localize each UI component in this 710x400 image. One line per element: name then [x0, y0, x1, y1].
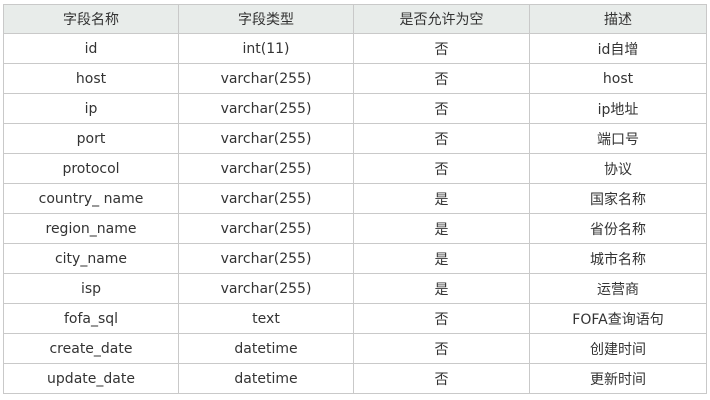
cell-field-type: varchar(255)	[178, 213, 354, 244]
header-field-type: 字段类型	[178, 4, 354, 34]
cell-nullable: 是	[353, 243, 530, 274]
cell-description: 更新时间	[529, 363, 707, 394]
cell-field-name: host	[3, 63, 179, 94]
cell-nullable: 否	[353, 123, 530, 154]
cell-description: 协议	[529, 153, 707, 184]
cell-field-type: varchar(255)	[178, 63, 354, 94]
header-row: 字段名称 字段类型 是否允许为空 描述	[3, 4, 707, 34]
cell-field-type: datetime	[178, 363, 354, 394]
cell-field-name: update_date	[3, 363, 179, 394]
cell-field-name: isp	[3, 273, 179, 304]
cell-description: host	[529, 63, 707, 94]
header-field-name: 字段名称	[3, 4, 179, 34]
table-row: host varchar(255) 否 host	[3, 63, 707, 94]
cell-field-name: region_name	[3, 213, 179, 244]
cell-field-name: protocol	[3, 153, 179, 184]
cell-nullable: 否	[353, 153, 530, 184]
cell-field-name: port	[3, 123, 179, 154]
cell-field-type: varchar(255)	[178, 93, 354, 124]
cell-nullable: 否	[353, 33, 530, 64]
cell-description: ip地址	[529, 93, 707, 124]
table-header: 字段名称 字段类型 是否允许为空 描述	[3, 4, 707, 34]
table-row: id int(11) 否 id自增	[3, 33, 707, 64]
cell-description: 创建时间	[529, 333, 707, 364]
table-row: ip varchar(255) 否 ip地址	[3, 93, 707, 124]
table-row: update_date datetime 否 更新时间	[3, 363, 707, 394]
cell-field-name: id	[3, 33, 179, 64]
header-description: 描述	[529, 4, 707, 34]
table-row: create_date datetime 否 创建时间	[3, 333, 707, 364]
cell-nullable: 否	[353, 333, 530, 364]
table-row: region_name varchar(255) 是 省份名称	[3, 213, 707, 244]
cell-field-type: datetime	[178, 333, 354, 364]
cell-description: 国家名称	[529, 183, 707, 214]
cell-nullable: 否	[353, 363, 530, 394]
table-row: fofa_sql text 否 FOFA查询语句	[3, 303, 707, 334]
cell-description: FOFA查询语句	[529, 303, 707, 334]
cell-field-type: text	[178, 303, 354, 334]
cell-nullable: 否	[353, 63, 530, 94]
cell-field-name: country_ name	[3, 183, 179, 214]
table-row: port varchar(255) 否 端口号	[3, 123, 707, 154]
page: 字段名称 字段类型 是否允许为空 描述 id int(11) 否 id自增 ho…	[0, 0, 710, 400]
table-row: country_ name varchar(255) 是 国家名称	[3, 183, 707, 214]
cell-description: 端口号	[529, 123, 707, 154]
table-row: protocol varchar(255) 否 协议	[3, 153, 707, 184]
header-nullable: 是否允许为空	[353, 4, 530, 34]
cell-description: 城市名称	[529, 243, 707, 274]
cell-description: 省份名称	[529, 213, 707, 244]
cell-field-type: varchar(255)	[178, 123, 354, 154]
table-row: city_name varchar(255) 是 城市名称	[3, 243, 707, 274]
cell-field-type: varchar(255)	[178, 243, 354, 274]
table-body: id int(11) 否 id自增 host varchar(255) 否 ho…	[3, 33, 707, 394]
cell-field-name: city_name	[3, 243, 179, 274]
cell-nullable: 否	[353, 93, 530, 124]
table-row: isp varchar(255) 是 运营商	[3, 273, 707, 304]
cell-nullable: 是	[353, 183, 530, 214]
cell-field-name: fofa_sql	[3, 303, 179, 334]
cell-nullable: 是	[353, 213, 530, 244]
cell-field-type: varchar(255)	[178, 153, 354, 184]
cell-field-type: varchar(255)	[178, 183, 354, 214]
cell-field-type: varchar(255)	[178, 273, 354, 304]
cell-description: id自增	[529, 33, 707, 64]
cell-nullable: 是	[353, 273, 530, 304]
field-table: 字段名称 字段类型 是否允许为空 描述 id int(11) 否 id自增 ho…	[3, 4, 707, 394]
cell-description: 运营商	[529, 273, 707, 304]
cell-field-name: create_date	[3, 333, 179, 364]
cell-field-name: ip	[3, 93, 179, 124]
cell-field-type: int(11)	[178, 33, 354, 64]
cell-nullable: 否	[353, 303, 530, 334]
